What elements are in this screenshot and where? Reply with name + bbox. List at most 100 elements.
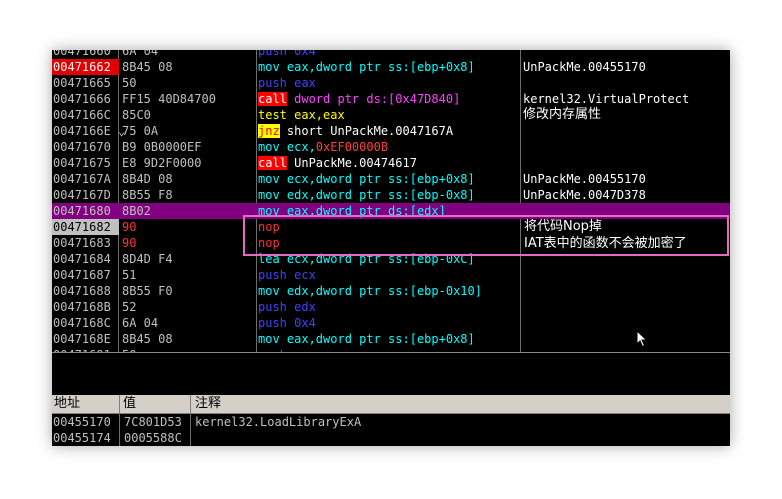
annotation-line-2: IAT表中的函数不会被加密了: [524, 236, 687, 251]
disasm-address: 00471670: [53, 140, 111, 154]
disasm-bytes: 50: [122, 76, 137, 90]
instruction-token: mov eax,dword ptr ss:[ebp+0x8]: [258, 60, 475, 74]
disasm-comment: UnPackMe.00455170: [523, 60, 646, 74]
disasm-address: 00471666: [53, 92, 111, 106]
annotation-text: 将代码Nop掉 IAT表中的函数不会被加密了: [524, 218, 687, 252]
instruction-token: dword ptr ds:[0x47D840]: [286, 92, 461, 106]
disasm-bytes: FF15 40D84700: [122, 92, 216, 106]
instruction-token: mov edx,dword ptr ss:[ebp-0x10]: [258, 284, 482, 298]
disasm-address: 00471662: [52, 59, 119, 75]
disasm-address: 00471688: [53, 284, 111, 298]
instruction-token: mov ecx,: [258, 140, 316, 154]
instruction-token: mov edx,dword ptr ss:[ebp-0x8]: [258, 188, 475, 202]
pane-divider[interactable]: [52, 352, 730, 353]
disasm-row[interactable]: 00471670 B9 0B0000EF mov ecx,0xEF00000B: [52, 139, 730, 155]
instruction-token: mov ecx,dword ptr ss:[ebp+0x8]: [258, 172, 475, 186]
disasm-bytes: 8B45 08: [122, 332, 173, 346]
disasm-address: 00471684: [53, 252, 111, 266]
disasm-bytes: B9 0B0000EF: [122, 140, 202, 154]
disasm-instruction: test eax,eax: [258, 107, 345, 123]
instruction-token: jnz: [258, 124, 280, 138]
disasm-row[interactable]: 00471688 8B55 F0 mov edx,dword ptr ss:[ebp…: [52, 283, 730, 299]
disasm-instruction: mov eax,dword ptr ss:[ebp+0x8]: [258, 59, 475, 75]
disasm-row[interactable]: 0047167D 8B55 F8 mov edx,dword ptr ss:[ebp…: [52, 187, 730, 203]
disasm-bytes: 8B4D 08: [122, 172, 173, 186]
disasm-bytes: 90: [122, 220, 137, 234]
disasm-row[interactable]: 0047166C 85C0 test eax,eax: [52, 107, 730, 123]
disasm-row[interactable]: 00471687 51 push ecx: [52, 267, 730, 283]
disasm-row[interactable]: 00471665 50 push eax: [52, 75, 730, 91]
instruction-token: call: [258, 92, 287, 106]
instruction-token: 0xEF00000B: [315, 140, 389, 154]
disasm-row[interactable]: 00471666 FF15 40D84700 call dword ptr ds:[…: [52, 91, 730, 107]
mouse-pointer-icon: [636, 330, 648, 348]
instruction-token: push 0x4: [258, 316, 316, 330]
disasm-row[interactable]: 0047166E ⌄ 75 0A jnz short UnPackMe.0047167…: [52, 123, 730, 139]
instruction-token: UnPackMe.00474617: [286, 156, 417, 170]
disasm-bytes: 6A 04: [122, 316, 159, 330]
disasm-address: 0047167D: [53, 188, 111, 202]
disasm-row[interactable]: 0047167A 8B4D 08 mov ecx,dword ptr ss:[ebp…: [52, 171, 730, 187]
dump-address: 00455170: [53, 415, 111, 429]
disasm-row[interactable]: 0047168B 52 push edx: [52, 299, 730, 315]
disasm-address: 00471683: [53, 236, 111, 250]
disassembly-pane[interactable]: 00471660 6A 04 push 0x4 00471662 8B45 08 mov …: [52, 50, 730, 352]
disasm-address: 00471665: [53, 76, 111, 90]
instruction-token: test eax,eax: [258, 108, 345, 122]
disasm-address: 00471660: [53, 50, 111, 58]
disasm-instruction: mov edx,dword ptr ss:[ebp-0x10]: [258, 283, 482, 299]
instruction-token: short UnPackMe.0047167A: [279, 124, 454, 138]
disasm-instruction: mov eax,dword ptr ss:[ebp+0x8]: [258, 331, 475, 347]
instruction-token: push 0x4: [258, 50, 316, 58]
dump-row[interactable]: 00455170 7C801D53 kernel32.LoadLibraryEx…: [52, 414, 730, 430]
instruction-token: push edx: [258, 300, 316, 314]
disasm-instruction: mov edx,dword ptr ss:[ebp-0x8]: [258, 187, 475, 203]
disasm-address: 0047166C: [53, 108, 111, 122]
instruction-token: call: [258, 156, 287, 170]
disasm-address: 0047168E: [53, 332, 111, 346]
disasm-bytes: 85C0: [122, 108, 151, 122]
dump-value: 7C801D53: [124, 415, 182, 429]
dump-header-address[interactable]: 地址: [54, 395, 80, 413]
disasm-bytes: 8B45 08: [122, 60, 173, 74]
disasm-comment: UnPackMe.00455170: [523, 172, 646, 186]
disasm-row[interactable]: 00471662 8B45 08 mov eax,dword ptr ss:[ebp…: [52, 59, 730, 75]
instruction-token: mov eax,dword ptr ss:[ebp+0x8]: [258, 332, 475, 346]
disasm-instruction: push 0x4: [258, 50, 316, 59]
disasm-bytes: E8 9D2F0000: [122, 156, 202, 170]
annotation-line-1: 将代码Nop掉: [524, 219, 602, 234]
disasm-comment: UnPackMe.0047D378: [523, 188, 646, 202]
disasm-instruction: push edx: [258, 299, 316, 315]
disasm-bytes: 51: [122, 268, 137, 282]
instruction-token: push eax: [258, 76, 316, 90]
disasm-instruction: call dword ptr ds:[0x47D840]: [258, 91, 460, 107]
disasm-address: 00471675: [53, 156, 111, 170]
disasm-bytes: 6A 04: [122, 50, 159, 58]
disasm-bytes: 8B55 F0: [122, 284, 173, 298]
disasm-bytes: 75 0A: [122, 124, 159, 138]
disasm-row[interactable]: 00471660 6A 04 push 0x4: [52, 50, 730, 59]
disasm-instruction: push ecx: [258, 267, 316, 283]
dump-row[interactable]: 00455174 0005588C: [52, 430, 730, 446]
dump-header: 地址 值 注释: [52, 395, 730, 414]
disasm-row[interactable]: 00471675 E8 9D2F0000 call UnPackMe.0047461…: [52, 155, 730, 171]
disasm-bytes: 90: [122, 236, 137, 250]
disasm-row[interactable]: 0047168C 6A 04 push 0x4: [52, 315, 730, 331]
dump-address: 00455174: [53, 431, 111, 445]
dump-comment: kernel32.LoadLibraryExA: [195, 415, 362, 429]
dump-header-value[interactable]: 值: [123, 395, 136, 413]
disasm-instruction: call UnPackMe.00474617: [258, 155, 417, 171]
disasm-row[interactable]: 0047168E 8B45 08 mov eax,dword ptr ss:[ebp…: [52, 331, 730, 347]
disasm-instruction: push 0x4: [258, 315, 316, 331]
disasm-address: 00471680: [53, 204, 111, 218]
disasm-instruction: mov ecx,0xEF00000B: [258, 139, 388, 155]
instruction-token: push ecx: [258, 268, 316, 282]
disasm-bytes: 8D4D F4: [122, 252, 173, 266]
disasm-address: 0047168B: [53, 300, 111, 314]
disasm-instruction: mov ecx,dword ptr ss:[ebp+0x8]: [258, 171, 475, 187]
dump-value: 0005588C: [124, 431, 182, 445]
memory-dump-pane[interactable]: 地址 值 注释 00455170 7C801D53 kernel32.LoadL…: [52, 395, 730, 446]
disasm-comment: kernel32.VirtualProtect: [523, 92, 690, 106]
dump-header-comment[interactable]: 注释: [195, 395, 221, 413]
disasm-bytes: 8B02: [122, 204, 151, 218]
